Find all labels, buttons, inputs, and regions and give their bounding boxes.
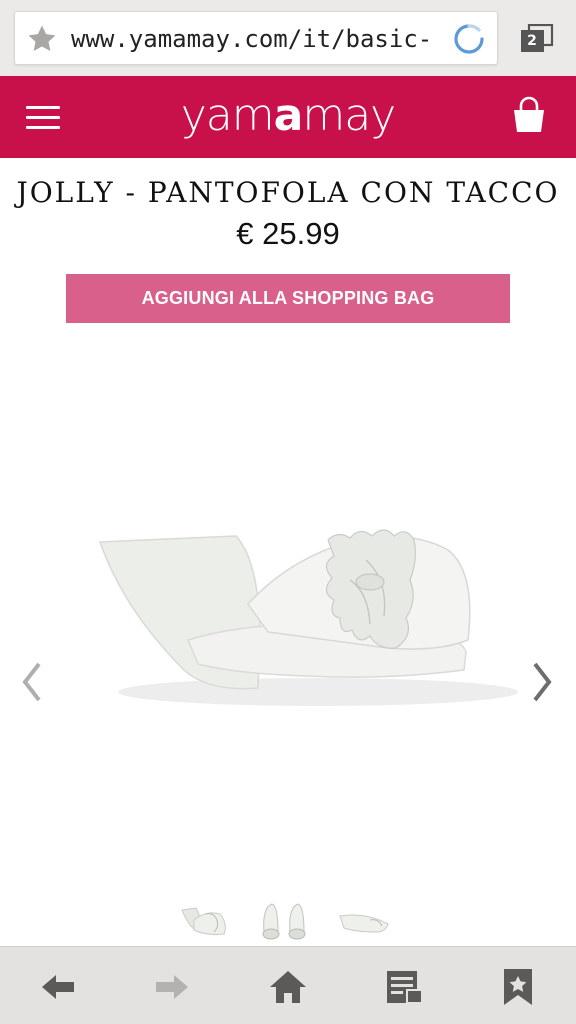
- thumbnail-1[interactable]: [176, 898, 232, 944]
- thumbnail-3[interactable]: [336, 898, 392, 944]
- browser-toolbar: [0, 946, 576, 1024]
- chevron-right-icon[interactable]: [530, 660, 554, 704]
- bookmark-icon[interactable]: [498, 967, 538, 1007]
- shopping-bag-icon[interactable]: [510, 96, 548, 136]
- home-icon[interactable]: [268, 967, 308, 1007]
- reader-icon[interactable]: [384, 967, 424, 1007]
- logo-text-3: may: [302, 90, 396, 141]
- chevron-left-icon[interactable]: [20, 660, 44, 704]
- logo-text-1: yam: [180, 90, 275, 141]
- forward-arrow-icon[interactable]: [152, 967, 192, 1007]
- product-image: [98, 529, 518, 706]
- thumbnail-strip: [0, 898, 576, 944]
- tab-count: 2: [527, 33, 537, 49]
- yamamay-logo[interactable]: yamamay: [0, 88, 576, 144]
- logo-text-2: a: [273, 90, 304, 141]
- product-gallery: [0, 330, 576, 890]
- tabs-icon[interactable]: 2: [520, 24, 554, 54]
- add-to-bag-button[interactable]: AGGIUNGI ALLA SHOPPING BAG: [66, 274, 510, 323]
- reload-icon[interactable]: [451, 21, 487, 57]
- star-icon[interactable]: [25, 22, 59, 56]
- site-header: yamamay: [0, 76, 576, 158]
- back-arrow-icon[interactable]: [38, 967, 78, 1007]
- url-text[interactable]: www.yamamay.com/it/basic-: [71, 23, 455, 55]
- browser-address-bar: www.yamamay.com/it/basic- 2: [0, 0, 576, 76]
- product-title: JOLLY - PANTOFOLA CON TACCO: [16, 176, 560, 209]
- url-field[interactable]: www.yamamay.com/it/basic-: [14, 11, 498, 65]
- thumbnail-2[interactable]: [256, 898, 312, 944]
- product-price: € 25.99: [236, 216, 340, 251]
